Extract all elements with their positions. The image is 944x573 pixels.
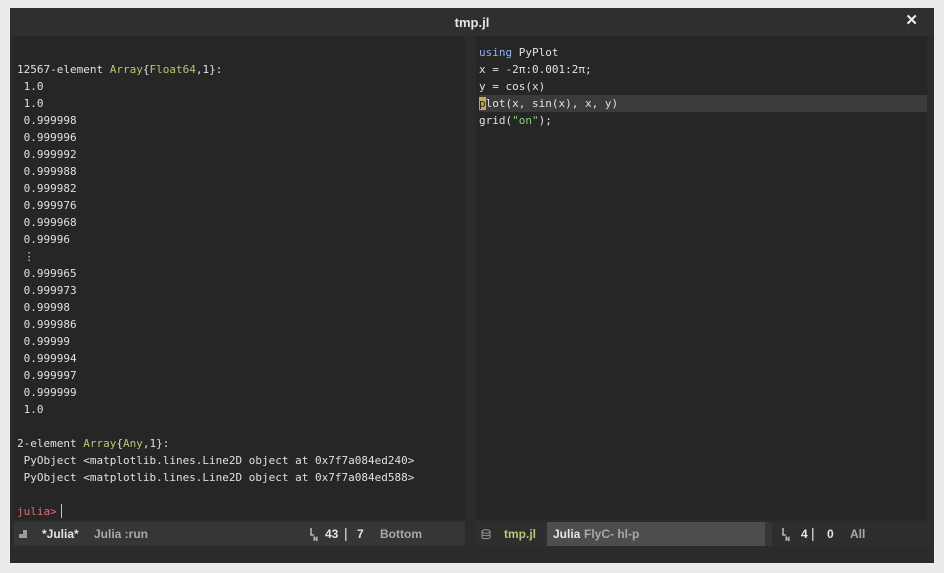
repl-line: 0.999988	[17, 165, 77, 178]
repl-prompt: julia>	[17, 505, 57, 518]
code-line: plot(x, sin(x), x, y)	[479, 95, 927, 112]
code-line: using PyPlot	[479, 46, 559, 59]
modeline-buffer-name[interactable]: *Julia*	[42, 527, 79, 541]
repl-pane[interactable]: 12567-element Array{Float64,1}: 1.0 1.0 …	[14, 36, 465, 520]
repl-prompt-line[interactable]: julia>	[17, 503, 465, 520]
window-title: tmp.jl	[454, 15, 490, 30]
line-number-icon: N	[310, 528, 318, 541]
repl-line: 0.999996	[17, 131, 77, 144]
code-line: grid("on");	[479, 114, 552, 127]
code-line: x = -2π:0.001:2π;	[479, 63, 592, 76]
repl-line: PyObject <matplotlib.lines.Line2D object…	[17, 454, 415, 467]
modeline-editor: tmp.jl Julia FlyC- hl-p N 4 | 0 All	[476, 522, 930, 546]
repl-line: 0.999986	[17, 318, 77, 331]
repl-output: 12567-element Array{Float64,1}: 1.0 1.0 …	[17, 44, 465, 520]
modeline-major-mode[interactable]: Julia	[553, 527, 580, 541]
repl-line: 2-element Array{Any,1}:	[17, 437, 170, 450]
title-bar: tmp.jl ✕	[10, 8, 934, 36]
modeline-repl: *Julia* Julia :run N 43 | 7 Bottom	[14, 522, 465, 546]
repl-line: ⋮	[17, 250, 35, 263]
modeline-minor-modes[interactable]: FlyC- hl-p	[584, 527, 639, 541]
repl-line: 0.99996	[17, 233, 70, 246]
window-grip-icon	[19, 530, 27, 538]
svg-text:N: N	[785, 536, 790, 541]
editor-pane[interactable]: using PyPlot x = -2π:0.001:2π; y = cos(x) p…	[476, 36, 927, 520]
repl-line: 1.0	[17, 80, 44, 93]
modeline-major-mode[interactable]: Julia :run	[94, 527, 148, 541]
editor-window: tmp.jl ✕ 12567-element Array{Float64,1}:…	[10, 8, 934, 563]
repl-line: 0.999965	[17, 267, 77, 280]
code-line: y = cos(x)	[479, 80, 546, 93]
repl-line	[17, 486, 465, 503]
repl-line	[17, 44, 465, 61]
modeline-position: All	[850, 527, 866, 541]
modeline-line: 43	[325, 527, 339, 541]
repl-line: 1.0	[17, 403, 44, 416]
repl-line: 0.999997	[17, 369, 77, 382]
repl-line: 0.99998	[17, 301, 70, 314]
close-icon[interactable]: ✕	[905, 12, 918, 30]
svg-text:N: N	[313, 536, 318, 541]
repl-line: 0.999976	[17, 199, 77, 212]
modeline-separator: |	[344, 525, 348, 541]
repl-line: 0.999998	[17, 114, 77, 127]
modeline-position: Bottom	[380, 527, 422, 541]
repl-line: 0.999982	[17, 182, 77, 195]
modeline-line: 4	[801, 527, 808, 541]
repl-line: 0.99999	[17, 335, 70, 348]
modeline-column: 7	[357, 527, 364, 541]
repl-line: 0.999973	[17, 284, 77, 297]
repl-line: 0.999999	[17, 386, 77, 399]
repl-line: 0.999968	[17, 216, 77, 229]
repl-line	[17, 418, 465, 435]
repl-line: 12567-element Array{Float64,1}:	[17, 63, 223, 76]
line-number-icon: N	[782, 528, 790, 541]
modeline-column: 0	[827, 527, 834, 541]
repl-line: 0.999992	[17, 148, 77, 161]
database-icon	[481, 529, 491, 540]
text-cursor	[60, 504, 62, 518]
repl-line: 1.0	[17, 97, 44, 110]
repl-line: PyObject <matplotlib.lines.Line2D object…	[17, 471, 415, 484]
modeline-separator: |	[811, 525, 815, 541]
code-editor[interactable]: using PyPlot x = -2π:0.001:2π; y = cos(x) p…	[479, 44, 927, 129]
repl-line: 0.999994	[17, 352, 77, 365]
modeline-buffer-name[interactable]: tmp.jl	[504, 527, 536, 541]
